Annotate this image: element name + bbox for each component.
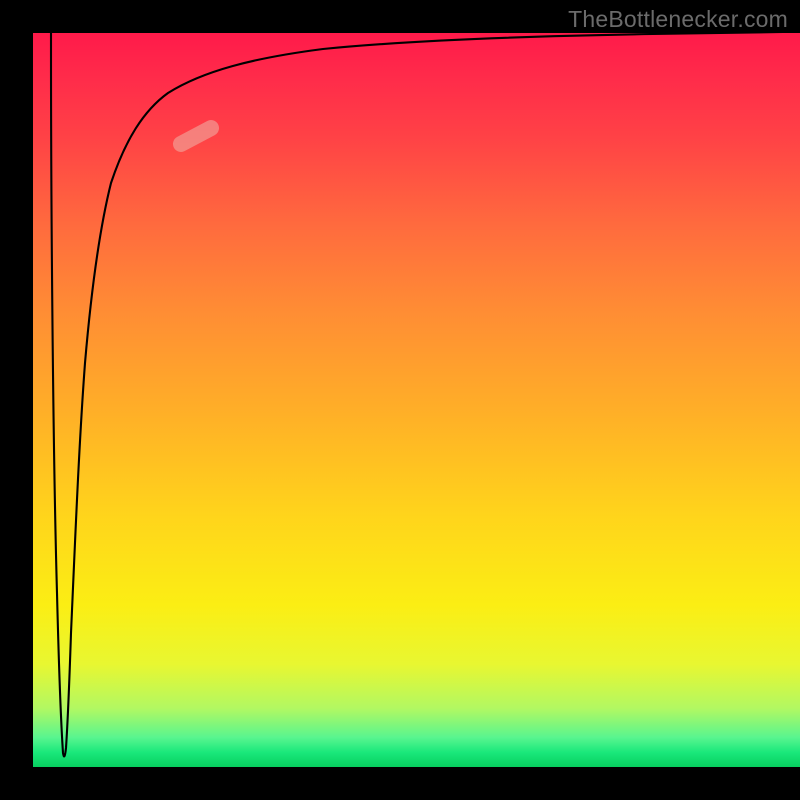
watermark-text: TheBottlenecker.com <box>568 6 788 33</box>
plot-area <box>33 33 800 767</box>
bottleneck-curve <box>51 33 800 756</box>
curve-layer <box>33 33 800 767</box>
chart-stage: TheBottlenecker.com <box>0 0 800 800</box>
